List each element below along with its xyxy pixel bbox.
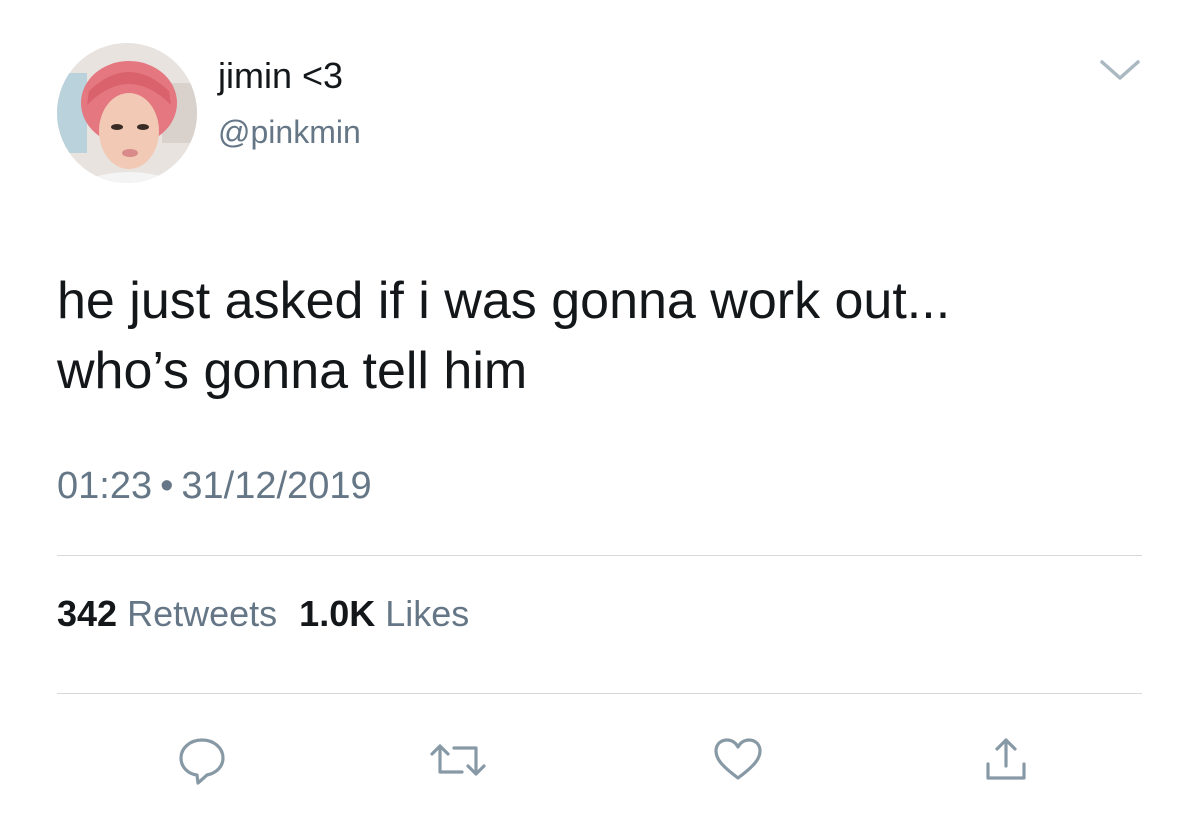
chevron-down-icon[interactable] xyxy=(1096,56,1144,86)
tweet-text-line: he just asked if i was gonna work out... xyxy=(57,272,951,330)
retweets-label: Retweets xyxy=(127,593,278,634)
tweet-time: 01:23 xyxy=(57,465,153,507)
tweet-timestamp[interactable]: 01:23 • 31/12/2019 xyxy=(57,465,372,508)
likes-label: Likes xyxy=(385,593,470,634)
tweet-date: 31/12/2019 xyxy=(181,465,372,507)
reply-button[interactable] xyxy=(176,734,228,786)
likes-stat[interactable]: 1.0K Likes xyxy=(299,593,469,634)
separator-dot: • xyxy=(160,465,174,507)
tweet-stats: 342 Retweets 1.0K Likes xyxy=(57,593,469,635)
likes-count: 1.0K xyxy=(299,593,376,634)
tweet-text: he just asked if i was gonna work out...… xyxy=(57,266,1157,406)
user-handle[interactable]: @pinkmin xyxy=(218,114,361,151)
retweet-button[interactable] xyxy=(428,734,486,786)
avatar[interactable] xyxy=(57,43,197,183)
heart-icon xyxy=(714,738,762,780)
share-icon xyxy=(986,738,1026,780)
tweet-text-line: who’s gonna tell him xyxy=(57,342,528,400)
retweets-count: 342 xyxy=(57,593,118,634)
tweet-detail: jimin <3 @pinkmin he just asked if i was… xyxy=(0,0,1200,825)
divider xyxy=(57,693,1142,694)
profile-photo-icon xyxy=(57,43,197,183)
like-button[interactable] xyxy=(712,734,764,786)
retweets-stat[interactable]: 342 Retweets xyxy=(57,593,277,634)
retweet-icon xyxy=(430,744,486,776)
divider xyxy=(57,555,1142,556)
reply-icon xyxy=(179,738,225,785)
display-name[interactable]: jimin <3 xyxy=(218,55,343,97)
share-button[interactable] xyxy=(980,734,1032,786)
